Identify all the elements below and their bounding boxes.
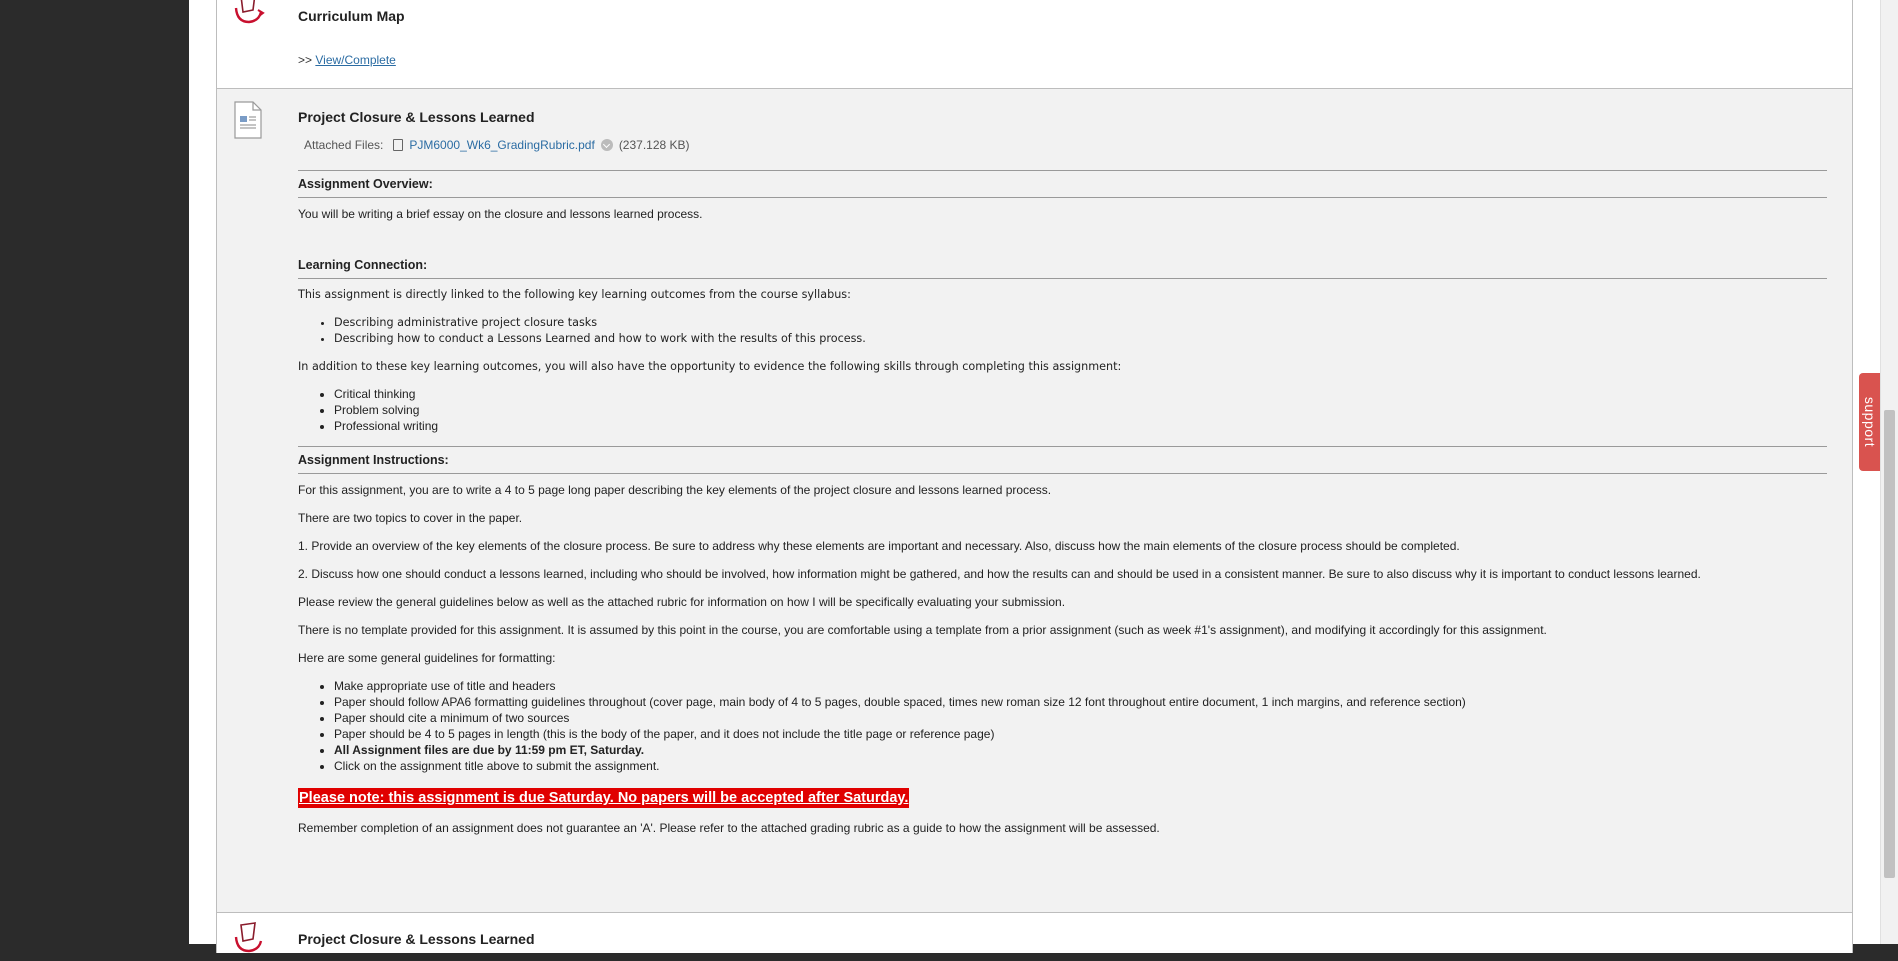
attached-file-size: (237.128 KB) [618,138,690,152]
assignment-title[interactable]: Project Closure & Lessons Learned [298,109,535,125]
attached-files-label: Attached Files: [304,138,384,152]
divider [298,278,1827,279]
list-item: All Assignment files are due by 11:59 pm… [334,742,1827,758]
file-icon [393,139,404,151]
skills-intro: In addition to these key learning outcom… [298,360,1122,373]
download-options-icon[interactable] [600,139,613,151]
instruction-paragraph: For this assignment, you are to write a … [298,483,1052,497]
connection-heading: Learning Connection: [298,258,428,272]
support-label: support [1862,396,1878,448]
divider [298,473,1827,474]
left-margin [0,0,189,944]
closing-text: Remember completion of an assignment doe… [298,821,1160,835]
instruction-paragraph: There is no template provided for this a… [298,623,1547,637]
view-complete-row: >> View/Complete [298,53,396,67]
list-item: Make appropriate use of title and header… [334,678,1827,694]
list-item: Paper should cite a minimum of two sourc… [334,710,1827,726]
external-tool-icon [234,922,263,953]
attached-file-link[interactable]: PJM6000_Wk6_GradingRubric.pdf [409,138,594,152]
skills-list: Critical thinking Problem solving Profes… [298,386,1827,434]
link-prefix: >> [298,53,313,67]
overview-text: You will be writing a brief essay on the… [298,207,703,221]
support-tab[interactable]: support [1859,373,1881,471]
list-item: Click on the assignment title above to s… [334,758,1827,774]
list-item: Critical thinking [334,386,1827,402]
instruction-paragraph: There are two topics to cover in the pap… [298,511,523,525]
external-tool-icon [234,0,265,24]
list-item: Describing administrative project closur… [334,315,1827,331]
list-item: Problem solving [334,402,1827,418]
due-date-warning: Please note: this assignment is due Satu… [298,788,910,808]
page-scrollbar[interactable] [1880,0,1898,944]
instruction-paragraph: Here are some general guidelines for for… [298,651,556,665]
connection-intro: This assignment is directly linked to th… [298,288,851,301]
assignment-description: Assignment Overview: You will be writing… [298,169,1827,836]
list-item: Paper should be 4 to 5 pages in length (… [334,726,1827,742]
attached-files-row: Attached Files: PJM6000_Wk6_GradingRubri… [304,138,690,152]
outcomes-list: Describing administrative project closur… [298,315,1827,347]
instruction-paragraph: Please review the general guidelines bel… [298,595,1066,609]
instructions-heading: Assignment Instructions: [298,453,449,467]
overview-heading: Assignment Overview: [298,177,433,191]
project-closure-item-next: Project Closure & Lessons Learned [216,913,1853,953]
list-item: Professional writing [334,418,1827,434]
scrollbar-thumb[interactable] [1884,410,1895,878]
document-icon [234,101,262,139]
divider [298,197,1827,198]
guidelines-list: Make appropriate use of title and header… [298,678,1827,774]
next-item-title[interactable]: Project Closure & Lessons Learned [298,931,535,947]
view-complete-link[interactable]: View/Complete [315,53,395,67]
list-item: Paper should follow APA6 formatting guid… [334,694,1827,710]
instruction-paragraph: 1. Provide an overview of the key elemen… [298,539,1460,553]
curriculum-map-item: Curriculum Map >> View/Complete [216,0,1853,88]
due-note-row: Please note: this assignment is due Satu… [298,788,1827,808]
instruction-paragraph: 2. Discuss how one should conduct a less… [298,567,1701,581]
list-item: Describing how to conduct a Lessons Lear… [334,331,1827,347]
project-closure-item: Project Closure & Lessons Learned Attach… [216,88,1853,913]
curriculum-map-title[interactable]: Curriculum Map [298,8,405,24]
